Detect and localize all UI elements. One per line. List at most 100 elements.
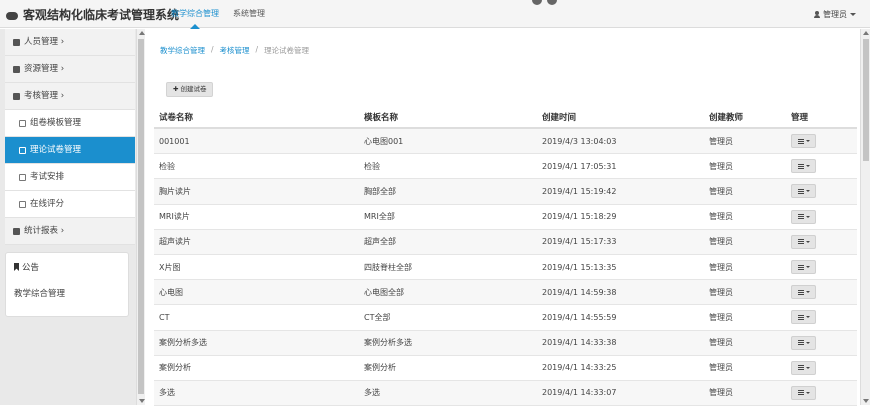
cell-template-name: 心电图001 (364, 136, 404, 146)
user-menu[interactable]: 管理员 (814, 9, 856, 20)
cell-teacher: 管理员 (709, 186, 733, 196)
chevron-down-icon (805, 316, 810, 319)
sidebar-scrollbar[interactable] (136, 29, 145, 405)
sidebar-item-label: 考核管理 › (24, 90, 65, 101)
cell-created-time: 2019/4/1 15:17:33 (542, 237, 617, 247)
scrollbar-thumb[interactable] (138, 39, 144, 394)
chevron-down-icon (805, 215, 810, 218)
manage-dropdown-button[interactable] (791, 310, 816, 325)
sidebar-item-personnel[interactable]: 人员管理 › (5, 29, 135, 56)
nav-teaching-management[interactable]: 教学综合管理 (164, 0, 226, 29)
scroll-up-icon[interactable] (863, 31, 869, 35)
cell-paper-name: MRI读片 (159, 212, 190, 222)
circle-icon[interactable] (532, 0, 542, 5)
scrollbar-thumb[interactable] (863, 39, 869, 161)
cell-paper-name: 案例分析 (159, 363, 191, 373)
sidebar-item-exam-schedule[interactable]: 考试安排 (5, 164, 135, 191)
manage-dropdown-button[interactable] (791, 385, 816, 400)
manage-dropdown-button[interactable] (791, 159, 816, 174)
sidebar-item-label: 理论试卷管理 (30, 144, 82, 155)
chevron-down-icon (850, 13, 856, 16)
square-outline-icon (19, 173, 26, 181)
app-brand[interactable]: 客观结构化临床考试管理系统 (6, 6, 179, 23)
cell-paper-name: 多选 (159, 388, 175, 398)
main-scrollbar[interactable] (860, 29, 870, 405)
chevron-down-icon (805, 391, 810, 394)
scroll-up-icon[interactable] (139, 31, 145, 35)
breadcrumb-teaching-management[interactable]: 教学综合管理 (160, 45, 205, 56)
notice-body: 教学综合管理 (14, 289, 66, 299)
table-header: 试卷名称 模板名称 创建时间 创建教师 管理 (154, 106, 857, 129)
circle-icon[interactable] (547, 0, 557, 5)
cell-teacher: 管理员 (709, 338, 733, 348)
square-icon (13, 227, 20, 235)
breadcrumb-separator: / (255, 45, 259, 54)
manage-dropdown-button[interactable] (791, 285, 816, 300)
table-row: 案例分析多选 案例分析多选 2019/4/1 14:33:38 管理员 (154, 330, 857, 356)
cell-teacher: 管理员 (709, 237, 733, 247)
cell-paper-name: 001001 (159, 136, 190, 146)
cell-manage (786, 159, 846, 174)
manage-dropdown-button[interactable] (791, 234, 816, 249)
nav-system-management[interactable]: 系统管理 (226, 0, 272, 28)
menu-icon (797, 214, 804, 220)
user-icon (814, 11, 820, 18)
sidebar-item-template-management[interactable]: 组卷模板管理 (5, 110, 135, 137)
table-row: MRI读片 MRI全部 2019/4/1 15:18:29 管理员 (154, 205, 857, 230)
sidebar-item-label: 人员管理 › (24, 36, 65, 47)
manage-dropdown-button[interactable] (791, 184, 816, 199)
user-name: 管理员 (823, 10, 847, 19)
square-outline-icon (19, 119, 26, 127)
manage-dropdown-button[interactable] (791, 335, 816, 350)
column-header-created-time: 创建时间 (542, 112, 577, 123)
cell-paper-name: 超声读片 (159, 237, 191, 247)
table-row: 胸片读片 胸部全部 2019/4/1 15:19:42 管理员 (154, 179, 857, 205)
menu-icon (797, 314, 804, 320)
table-row: CT CT全部 2019/4/1 14:55:59 管理员 (154, 305, 857, 331)
table-row: 心电图 心电图全部 2019/4/1 14:59:38 管理员 (154, 280, 857, 306)
cell-created-time: 2019/4/1 15:18:29 (542, 212, 617, 222)
breadcrumb-assessment-management[interactable]: 考核管理 (220, 45, 250, 56)
cell-template-name: 多选 (364, 388, 380, 398)
sidebar-item-resources[interactable]: 资源管理 › (5, 56, 135, 83)
sidebar-menu: 人员管理 › 资源管理 › 考核管理 › 组卷模板管理 理论试卷管理 考试安排 … (5, 29, 135, 245)
chevron-down-icon (805, 240, 810, 243)
cell-paper-name: X片图 (159, 262, 181, 272)
table-row: X片图 四肢脊柱全部 2019/4/1 15:13:35 管理员 (154, 255, 857, 281)
chevron-down-icon (805, 266, 810, 269)
cell-teacher: 管理员 (709, 161, 733, 171)
chevron-down-icon (805, 140, 810, 143)
cell-manage (786, 260, 846, 275)
cell-template-name: 超声全部 (364, 237, 396, 247)
create-paper-button[interactable]: ✚ 创建试卷 (166, 82, 214, 97)
notice-panel: 公告 教学综合管理 (5, 252, 129, 317)
cell-teacher: 管理员 (709, 388, 733, 398)
cell-template-name: 案例分析 (364, 363, 396, 373)
sidebar-item-statistics[interactable]: 统计报表 › (5, 218, 135, 245)
manage-dropdown-button[interactable] (791, 134, 816, 149)
sidebar-item-label: 统计报表 › (24, 225, 65, 236)
scroll-down-icon[interactable] (863, 399, 869, 403)
cell-created-time: 2019/4/3 13:04:03 (542, 136, 617, 146)
menu-icon (797, 163, 804, 169)
manage-dropdown-button[interactable] (791, 360, 816, 375)
cell-teacher: 管理员 (709, 312, 733, 322)
cell-manage (786, 234, 846, 249)
cell-template-name: 案例分析多选 (364, 338, 412, 348)
sidebar-item-theory-paper-management[interactable]: 理论试卷管理 (5, 137, 135, 164)
column-header-template-name: 模板名称 (364, 112, 399, 123)
sidebar-item-assessment[interactable]: 考核管理 › (5, 83, 135, 110)
table-row: 多选 多选 2019/4/1 14:33:07 管理员 (154, 380, 857, 406)
column-header-teacher: 创建教师 (709, 112, 744, 123)
scroll-down-icon[interactable] (139, 399, 145, 403)
cell-teacher: 管理员 (709, 262, 733, 272)
main-nav: 教学综合管理 系统管理 (164, 0, 272, 29)
sidebar-item-label: 在线评分 (30, 198, 65, 209)
sidebar-item-online-grading[interactable]: 在线评分 (5, 191, 135, 218)
menu-icon (797, 138, 804, 144)
manage-dropdown-button[interactable] (791, 260, 816, 275)
manage-dropdown-button[interactable] (791, 209, 816, 224)
cell-paper-name: 检验 (159, 161, 175, 171)
sidebar-item-label: 考试安排 (30, 171, 65, 182)
top-navbar: 客观结构化临床考试管理系统 教学综合管理 系统管理 管理员 (0, 0, 870, 29)
